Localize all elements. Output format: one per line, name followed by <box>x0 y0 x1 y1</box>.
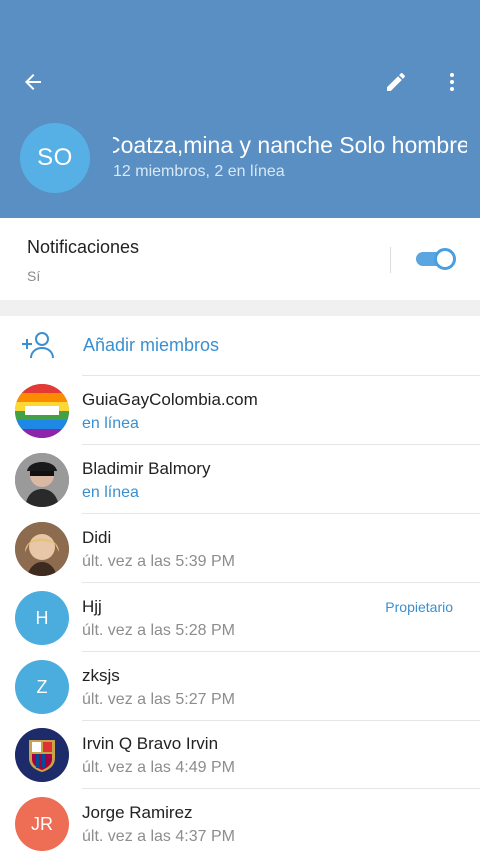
member-avatar[interactable] <box>15 384 69 438</box>
member-name: GuiaGayColombia.com <box>82 390 258 409</box>
member-row[interactable]: GuiaGayColombia.com en línea <box>0 376 480 445</box>
divider <box>390 247 391 273</box>
member-status: últ. vez a las 5:28 PM <box>82 622 235 639</box>
member-avatar[interactable]: H <box>15 591 69 645</box>
member-avatar[interactable] <box>15 453 69 507</box>
member-row[interactable]: Bladimir Balmory en línea <box>0 445 480 514</box>
group-title-container: Coatza,mina y nanche Solo hombres <box>113 132 467 166</box>
add-user-icon <box>22 332 54 359</box>
notifications-toggle[interactable] <box>416 248 456 270</box>
member-status: últ. vez a las 4:49 PM <box>82 759 235 776</box>
member-status: últ. vez a las 5:39 PM <box>82 553 235 570</box>
group-title: Coatza,mina y nanche Solo hombres <box>113 132 467 158</box>
member-row[interactable]: Irvin Q Bravo Irvin últ. vez a las 4:49 P… <box>0 720 480 789</box>
member-status: últ. vez a las 5:27 PM <box>82 691 235 708</box>
member-name: Didi <box>82 528 112 547</box>
member-avatar[interactable]: JR <box>15 797 69 851</box>
pencil-icon <box>387 72 405 91</box>
notifications-label: Notificaciones <box>27 237 140 257</box>
more-options-button[interactable] <box>428 58 476 106</box>
member-role-badge: Propietario <box>385 599 453 615</box>
toggle-knob <box>434 248 456 270</box>
back-button[interactable] <box>9 58 57 106</box>
group-avatar[interactable]: SO <box>20 123 90 193</box>
member-avatar[interactable] <box>15 522 69 576</box>
arrow-back-icon <box>25 74 41 90</box>
member-status: en línea <box>82 415 139 432</box>
member-row[interactable]: H Hjj últ. vez a las 5:28 PM Propietario <box>0 583 480 652</box>
add-members-label: Añadir miembros <box>83 335 220 355</box>
notifications-value: Sí <box>27 268 41 284</box>
member-row[interactable]: Zzksjs últ. vez a las 5:27 PM <box>0 652 480 721</box>
member-status: en línea <box>82 484 139 501</box>
member-name: Bladimir Balmory <box>82 459 211 478</box>
member-row[interactable]: Didi últ. vez a las 5:39 PM <box>0 514 480 583</box>
member-name: zksjs <box>82 666 120 685</box>
member-name: Irvin Q Bravo Irvin <box>82 734 219 753</box>
member-status: últ. vez a las 4:37 PM <box>82 828 235 845</box>
member-name: Hjj <box>82 597 102 616</box>
section-gap <box>0 300 480 316</box>
member-avatar[interactable]: Z <box>15 660 69 714</box>
group-member-count: 12 miembros, 2 en línea <box>113 163 285 180</box>
edit-button[interactable] <box>372 58 420 106</box>
member-row[interactable]: JR Jorge Ramirez últ. vez a las 4:37 PM <box>0 789 480 858</box>
chat-info-header: SO Coatza,mina y nanche Solo hombres 12 … <box>0 0 480 218</box>
member-avatar[interactable] <box>15 728 69 782</box>
member-name: Jorge Ramirez <box>82 803 193 822</box>
notifications-row[interactable] <box>0 218 480 300</box>
more-vertical-icon <box>450 73 454 91</box>
add-members-row[interactable] <box>0 316 480 376</box>
